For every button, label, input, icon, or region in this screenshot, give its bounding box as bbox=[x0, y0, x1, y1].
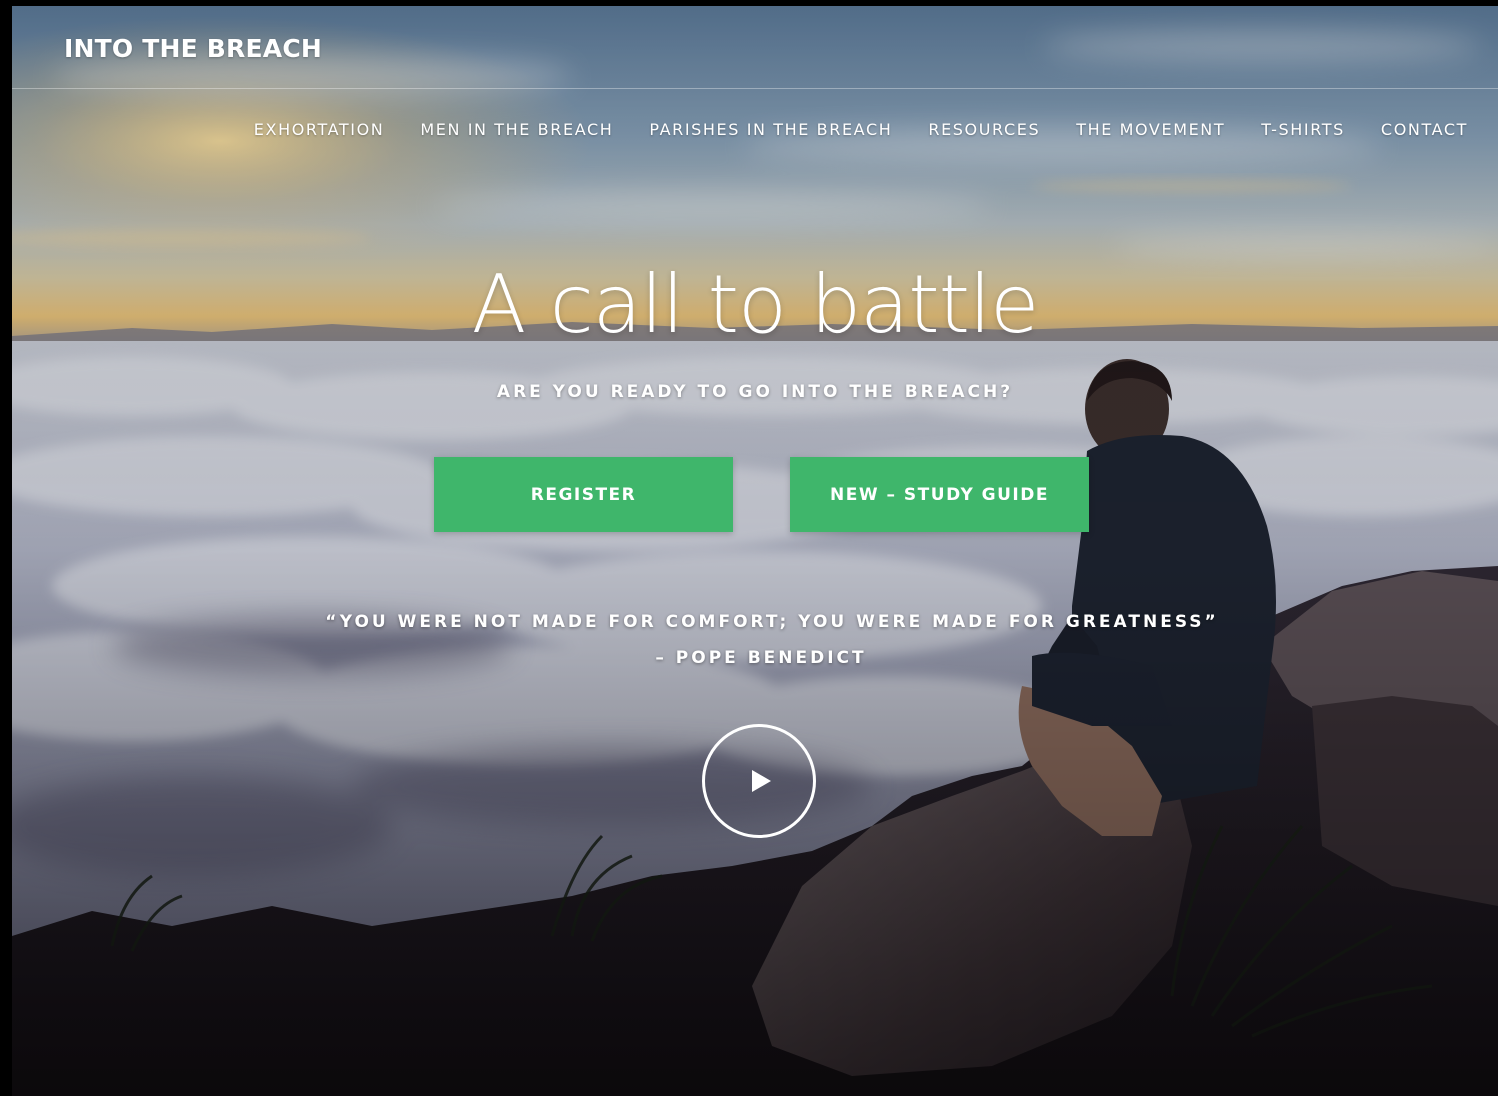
hero-tagline: ARE YOU READY TO GO INTO THE BREACH? bbox=[496, 382, 1014, 402]
register-button[interactable]: REGISTER bbox=[434, 457, 733, 532]
study-guide-button[interactable]: NEW – STUDY GUIDE bbox=[790, 457, 1089, 532]
quote-attribution: – POPE BENEDICT bbox=[655, 648, 867, 668]
header-divider bbox=[12, 88, 1498, 89]
nav-item-men-in-the-breach[interactable]: MEN IN THE BREACH bbox=[420, 120, 613, 139]
hero-section: INTO THE BREACH EXHORTATION MEN IN THE B… bbox=[12, 6, 1498, 1096]
site-logo[interactable]: INTO THE BREACH bbox=[64, 34, 322, 63]
nav-item-contact[interactable]: CONTACT bbox=[1381, 120, 1468, 139]
hero-background-image bbox=[12, 6, 1498, 1096]
play-icon bbox=[752, 770, 771, 792]
nav-item-t-shirts[interactable]: T-SHIRTS bbox=[1261, 120, 1345, 139]
nav-item-parishes-in-the-breach[interactable]: PARISHES IN THE BREACH bbox=[649, 120, 892, 139]
nav-item-the-movement[interactable]: THE MOVEMENT bbox=[1076, 120, 1225, 139]
play-video-button[interactable] bbox=[702, 724, 816, 838]
nav-item-exhortation[interactable]: EXHORTATION bbox=[254, 120, 385, 139]
hero-headline: A call to battle bbox=[471, 258, 1040, 351]
main-navigation: EXHORTATION MEN IN THE BREACH PARISHES I… bbox=[218, 120, 1468, 139]
nav-item-resources[interactable]: RESOURCES bbox=[928, 120, 1040, 139]
hero-quote: “YOU WERE NOT MADE FOR COMFORT; YOU WERE… bbox=[325, 612, 1219, 632]
